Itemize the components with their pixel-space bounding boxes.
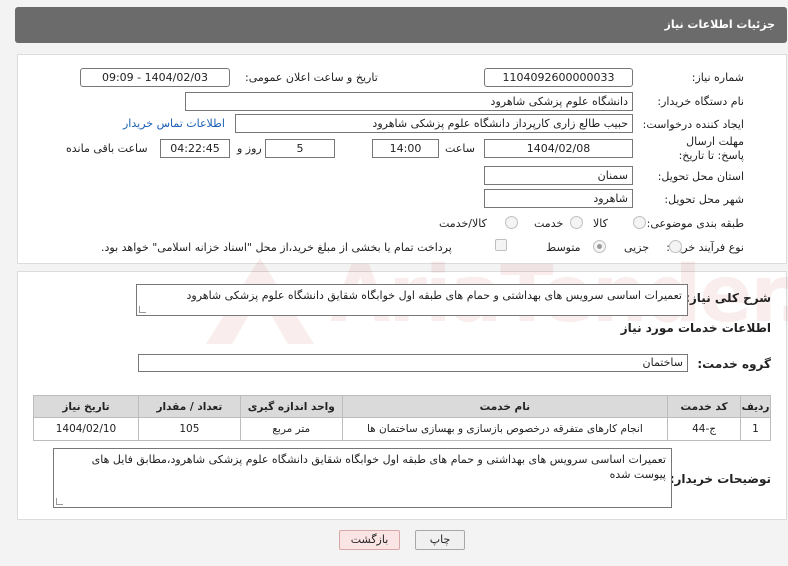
announce-label: تاریخ و ساعت اعلان عمومی: <box>245 71 378 84</box>
resize-handle-icon[interactable] <box>139 306 146 313</box>
summary-text: تعمیرات اساسی سرویس های بهداشتی و حمام ه… <box>186 289 682 302</box>
services-heading: اطلاعات خدمات مورد نیاز <box>620 321 771 335</box>
resize-handle-icon[interactable] <box>56 498 63 505</box>
col-header-row-number: ردیف <box>740 395 771 418</box>
category-option-service: خدمت <box>534 217 564 230</box>
cell-service-name: انجام کارهای متفرقه درخصوص بازسازی و بهس… <box>341 417 669 441</box>
page-title: جزئیات اطلاعات نیاز <box>664 18 776 31</box>
purchase-radio-medium[interactable] <box>593 240 606 253</box>
requester-field[interactable]: حبیب طالع زاری کارپرداز دانشگاه علوم پزش… <box>235 114 633 133</box>
deadline-label: مهلت ارسال پاسخ: تا تاریخ: <box>678 135 744 162</box>
need-number-field[interactable]: 1104092600000033 <box>484 68 633 87</box>
col-header-service-code: کد خدمت <box>667 395 742 418</box>
purchase-option-medium: متوسط <box>546 241 581 254</box>
province-field[interactable]: سمنان <box>484 166 633 185</box>
treasury-payment-note: پرداخت تمام یا بخشی از مبلغ خرید،از محل … <box>101 241 452 254</box>
col-header-need-date: تاریخ نیاز <box>33 395 139 418</box>
cell-service-code: ج-44 <box>667 417 742 441</box>
table-header-row: ردیف کد خدمت نام خدمت واحد اندازه گیری ت… <box>33 395 771 418</box>
print-button[interactable]: چاپ <box>415 530 465 550</box>
city-label: شهر محل تحویل: <box>664 193 744 206</box>
buyer-notes-label: توضیحات خریدار: <box>669 472 771 486</box>
need-number-label: شماره نیاز: <box>691 71 744 84</box>
buyer-notes-text: تعمیرات اساسی سرویس های بهداشتی و حمام ه… <box>91 453 666 481</box>
category-radio-goods[interactable] <box>633 216 646 229</box>
cell-row-number: 1 <box>740 417 771 441</box>
requester-label: ایجاد کننده درخواست: <box>642 118 744 131</box>
col-header-quantity: تعداد / مقدار <box>137 395 241 418</box>
category-option-goods-service: کالا/خدمت <box>439 217 487 230</box>
remaining-label: ساعت باقی مانده <box>66 142 148 155</box>
purchase-option-minor: جزیی <box>624 241 650 254</box>
cell-unit: متر مربع <box>239 417 343 441</box>
cell-quantity: 105 <box>137 417 241 441</box>
back-button[interactable]: بازگشت <box>339 530 400 550</box>
city-field[interactable]: شاهرود <box>484 189 633 208</box>
purchase-radio-minor[interactable] <box>669 240 682 253</box>
category-radio-service[interactable] <box>570 216 583 229</box>
deadline-time-field[interactable]: 14:00 <box>372 139 439 158</box>
days-label: روز و <box>237 142 262 155</box>
remaining-time-field[interactable]: 04:22:45 <box>160 139 230 158</box>
col-header-service-name: نام خدمت <box>341 395 669 418</box>
deadline-date-field[interactable]: 1404/02/08 <box>484 139 633 158</box>
service-group-field[interactable]: ساختمان <box>138 354 688 372</box>
cell-need-date: 1404/02/10 <box>33 417 139 441</box>
category-option-goods: کالا <box>593 217 608 230</box>
category-radio-goods-service[interactable] <box>505 216 518 229</box>
buyer-notes-textarea[interactable]: تعمیرات اساسی سرویس های بهداشتی و حمام ه… <box>53 448 672 508</box>
summary-textarea[interactable]: تعمیرات اساسی سرویس های بهداشتی و حمام ه… <box>136 284 688 316</box>
announce-datetime-field[interactable]: 1404/02/03 - 09:09 <box>80 68 230 87</box>
treasury-payment-checkbox[interactable] <box>495 239 507 251</box>
col-header-unit: واحد اندازه گیری <box>239 395 343 418</box>
category-label: طبقه بندی موضوعی: <box>646 217 744 230</box>
time-label: ساعت <box>445 142 475 155</box>
buyer-contact-link[interactable]: اطلاعات تماس خریدار <box>123 117 225 130</box>
page-header: جزئیات اطلاعات نیاز <box>15 7 787 43</box>
services-table: ردیف کد خدمت نام خدمت واحد اندازه گیری ت… <box>33 395 771 441</box>
buyer-org-label: نام دستگاه خریدار: <box>657 95 744 108</box>
service-group-label: گروه خدمت: <box>697 357 771 371</box>
days-count-field[interactable]: 5 <box>265 139 335 158</box>
table-row: 1 ج-44 انجام کارهای متفرقه درخصوص بازساز… <box>33 417 771 441</box>
summary-label: شرح کلی نیاز: <box>685 291 771 305</box>
province-label: استان محل تحویل: <box>657 170 744 183</box>
buyer-org-field[interactable]: دانشگاه علوم پزشکی شاهرود <box>185 92 633 111</box>
